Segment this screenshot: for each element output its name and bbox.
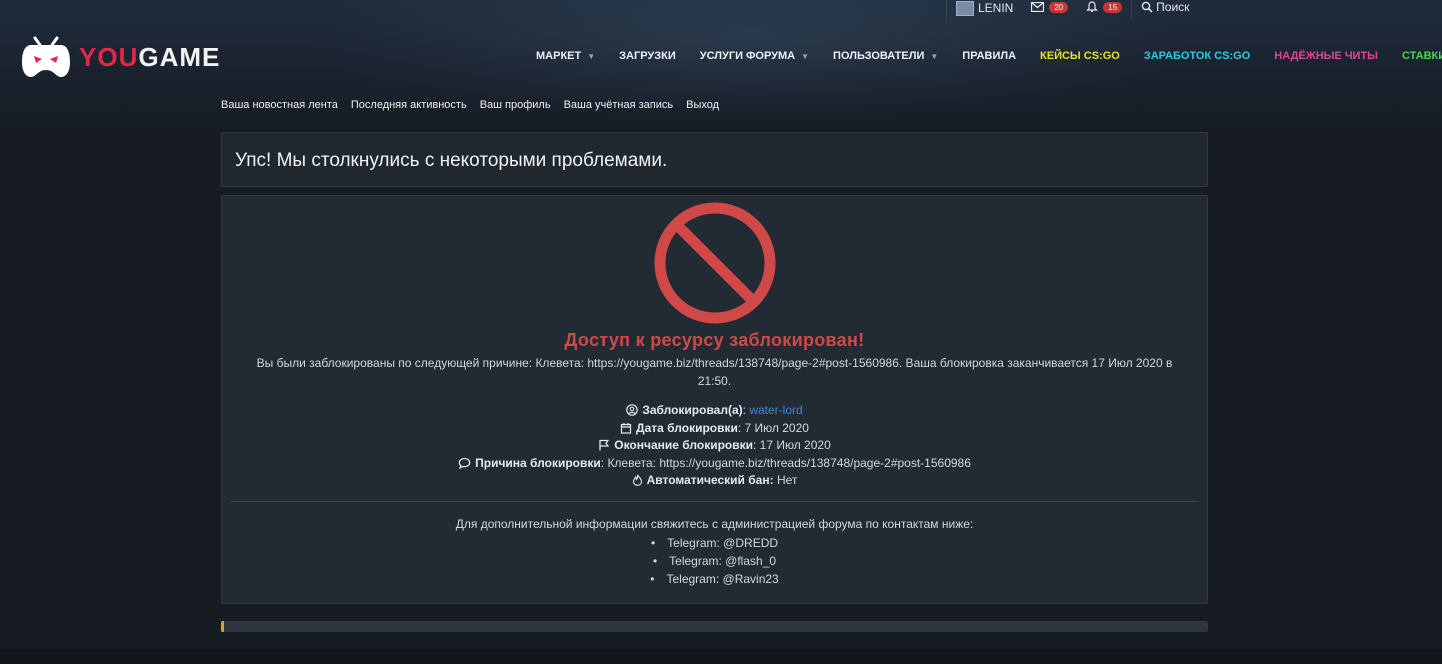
nav-item-6[interactable]: ЗАРАБОТОК CS:GO — [1144, 50, 1250, 62]
site-logo[interactable]: YOUGAME — [21, 36, 220, 78]
contact-intro: Для дополнительной информации свяжитесь … — [455, 517, 974, 531]
contact-item: Telegram: @flash_0 — [222, 552, 1207, 570]
ban-reason-line1: Вы были заблокированы по следующей причи… — [256, 356, 1173, 370]
fire-icon — [632, 474, 642, 486]
banned-by-label: Заблокировал(а) — [642, 403, 743, 417]
username: LENIN — [978, 0, 1014, 15]
ban-reason-line2: 21:50. — [697, 374, 732, 388]
page-title: Упс! Мы столкнулись с некоторыми проблем… — [235, 150, 668, 171]
ban-details: Заблокировал(а): water-lord Дата блокиро… — [222, 402, 1207, 490]
bell-icon — [1086, 1, 1099, 12]
banned-by-row: Заблокировал(а): water-lord — [222, 402, 1207, 420]
nav-item-2[interactable]: УСЛУГИ ФОРУМА ▼ — [700, 50, 809, 62]
ban-cause-row: Причина блокировки: Клевета: https://you… — [222, 455, 1207, 473]
contacts-list: Telegram: @DREDDTelegram: @flash_0Telegr… — [222, 534, 1207, 588]
nav-item-label: НАДЁЖНЫЕ ЧИТЫ — [1274, 50, 1378, 62]
logo-text-game: GAME — [138, 41, 221, 72]
nav-item-label: УСЛУГИ ФОРУМА — [699, 50, 796, 62]
user-menu[interactable]: LENIN — [947, 0, 1022, 20]
ban-reason: Вы были заблокированы по следующей причи… — [232, 354, 1197, 390]
auto-ban-row: Автоматический бан: Нет — [222, 472, 1207, 490]
inbox-button[interactable]: 20 — [1022, 0, 1077, 20]
ban-icon — [654, 202, 776, 324]
subnav-link-4[interactable]: Выход — [686, 99, 719, 111]
title-panel: Упс! Мы столкнулись с некоторыми проблем… — [221, 132, 1208, 187]
ban-end-label: Окончание блокировки — [614, 438, 753, 452]
search-icon — [1141, 1, 1153, 13]
subnav-link-0[interactable]: Ваша новостная лента — [221, 99, 338, 111]
contact-item: Telegram: @Ravin23 — [222, 570, 1207, 588]
chevron-down-icon: ▼ — [587, 51, 596, 61]
subnav-link-1[interactable]: Последняя активность — [351, 99, 467, 111]
nav-item-0[interactable]: МАРКЕТ ▼ — [536, 50, 595, 62]
site-header: LENIN 20 15 Поиск YOUGAME МАРКЕТ ▼ ЗАГРУ… — [0, 0, 1442, 124]
ban-date-row: Дата блокировки: 7 Июл 2020 — [222, 420, 1207, 438]
ban-cause-value: Клевета: https://yougame.biz/threads/138… — [607, 455, 971, 470]
chevron-down-icon: ▼ — [930, 51, 939, 61]
nav-item-label: ПОЛЬЗОВАТЕЛИ — [833, 50, 925, 62]
ban-panel: Доступ к ресурсу заблокирован! Вы были з… — [221, 195, 1208, 604]
search-button[interactable]: Поиск — [1132, 0, 1198, 20]
nav-item-5[interactable]: КЕЙСЫ CS:GO — [1040, 50, 1120, 62]
banned-by-link[interactable]: water-lord — [749, 403, 802, 417]
logo-text-you: YOU — [79, 41, 139, 72]
nav-item-label: ЗАГРУЗКИ — [619, 50, 676, 62]
nav-item-8[interactable]: СТАВКИ CS:GO — [1402, 50, 1442, 62]
main-navigation: МАРКЕТ ▼ ЗАГРУЗКИ УСЛУГИ ФОРУМА ▼ ПОЛЬЗОВАТЕЛ… — [536, 50, 1442, 62]
nav-item-7[interactable]: НАДЁЖНЫЕ ЧИТЫ — [1274, 50, 1378, 62]
avatar — [956, 0, 974, 16]
auto-ban-value: Нет — [776, 473, 798, 487]
footer-bar — [221, 621, 1208, 632]
search-label: Поиск — [1156, 0, 1190, 14]
alerts-button[interactable]: 15 — [1077, 0, 1131, 20]
user-topbar: LENIN 20 15 Поиск — [946, 0, 1198, 20]
auto-ban-label: Автоматический бан: — [646, 473, 774, 487]
logo-text: YOUGAME — [79, 42, 220, 73]
subnav-link-2[interactable]: Ваш профиль — [480, 99, 551, 111]
nav-item-label: ПРАВИЛА — [962, 50, 1017, 62]
ban-end-value: 17 Июл 2020 — [759, 438, 831, 452]
ban-end-row: Окончание блокировки: 17 Июл 2020 — [222, 437, 1207, 455]
colon: : — [737, 420, 745, 435]
contact-item: Telegram: @DREDD — [222, 534, 1207, 552]
nav-item-3[interactable]: ПОЛЬЗОВАТЕЛИ ▼ — [833, 50, 938, 62]
ban-title: Доступ к ресурсу заблокирован! — [564, 330, 865, 350]
subnav-link-3[interactable]: Ваша учётная запись — [564, 99, 674, 111]
account-subnav: Ваша новостная лента Последняя активность… — [221, 99, 732, 111]
flag-icon — [599, 439, 610, 451]
nav-item-1[interactable]: ЗАГРУЗКИ — [619, 50, 676, 62]
nav-item-label: ЗАРАБОТОК CS:GO — [1143, 50, 1251, 62]
nav-item-label: МАРКЕТ — [536, 50, 582, 62]
comment-icon — [458, 457, 471, 469]
user-circle-icon — [626, 404, 639, 416]
nav-item-4[interactable]: ПРАВИЛА — [962, 50, 1016, 62]
ban-date-label: Дата блокировки — [636, 420, 738, 435]
divider — [231, 501, 1198, 502]
envelope-icon — [1031, 2, 1045, 12]
nav-item-label: СТАВКИ CS:GO — [1401, 50, 1442, 62]
footer-band — [0, 649, 1442, 664]
alerts-badge: 15 — [1103, 1, 1123, 13]
calendar-icon — [620, 422, 632, 434]
nav-item-label: КЕЙСЫ CS:GO — [1040, 50, 1120, 62]
ban-cause-label: Причина блокировки — [475, 455, 601, 470]
gamepad-icon — [22, 36, 70, 77]
ban-date-value: 7 Июл 2020 — [744, 420, 809, 435]
colon: : — [753, 438, 760, 452]
messages-badge: 20 — [1049, 1, 1069, 13]
chevron-down-icon: ▼ — [801, 51, 810, 61]
